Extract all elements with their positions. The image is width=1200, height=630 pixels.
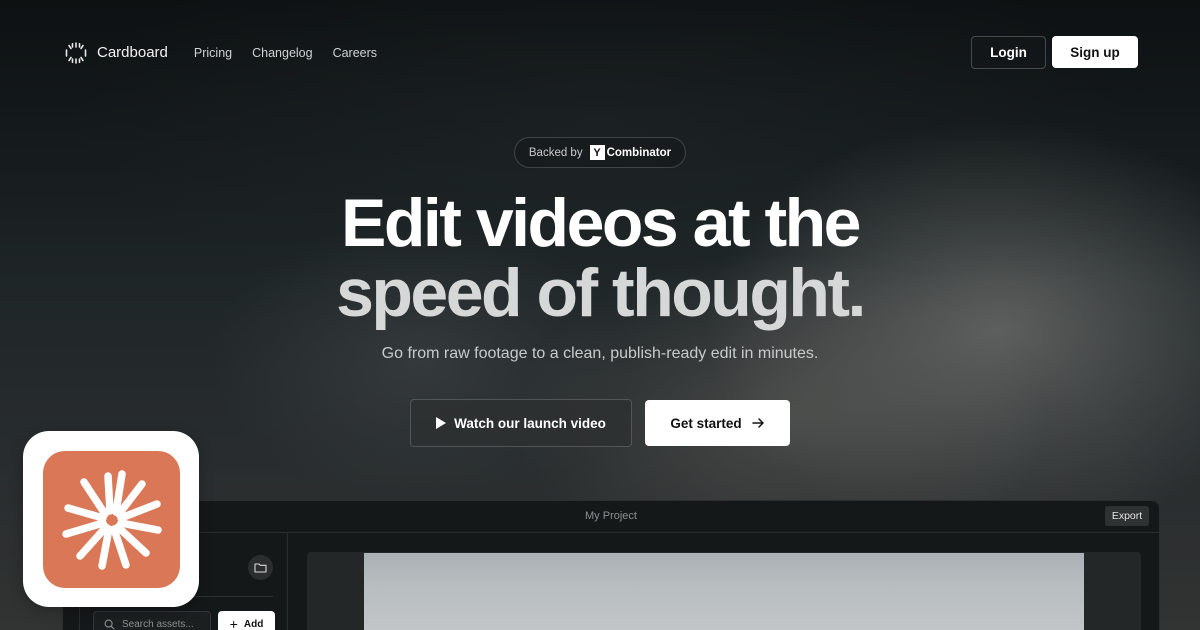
dashed-circle-icon bbox=[65, 41, 87, 64]
backed-by-badge[interactable]: Backed by Y Combinator bbox=[514, 137, 686, 168]
folder-icon bbox=[254, 563, 267, 573]
app-icon bbox=[43, 451, 180, 588]
login-button[interactable]: Login bbox=[971, 36, 1046, 69]
start-label: Get started bbox=[670, 415, 742, 431]
badge-prefix: Backed by bbox=[528, 146, 583, 159]
brand-name: Cardboard bbox=[97, 44, 168, 61]
badge-brand: Combinator bbox=[606, 146, 672, 159]
new-folder-button[interactable] bbox=[248, 555, 273, 580]
add-asset-button[interactable]: + Add bbox=[218, 611, 275, 630]
auth-buttons: Login Sign up bbox=[971, 36, 1138, 69]
hero-subtitle: Go from raw footage to a clean, publish-… bbox=[381, 345, 819, 362]
watch-launch-video-button[interactable]: Watch our launch video bbox=[410, 399, 632, 447]
watch-label: Watch our launch video bbox=[454, 415, 606, 431]
project-title: My Project bbox=[585, 510, 637, 522]
editor-titlebar: My Project Export bbox=[63, 501, 1159, 533]
export-button[interactable]: Export bbox=[1105, 506, 1149, 526]
editor-preview: My Project Export Search assets... + Add bbox=[62, 500, 1160, 630]
canvas-area bbox=[307, 552, 1141, 630]
hero-title: Edit videos at the speed of thought. bbox=[0, 188, 1200, 328]
nav-link-pricing[interactable]: Pricing bbox=[194, 46, 232, 60]
signup-button[interactable]: Sign up bbox=[1052, 36, 1138, 68]
top-nav: Cardboard Pricing Changelog Careers Logi… bbox=[64, 36, 1138, 69]
get-started-button[interactable]: Get started bbox=[645, 400, 790, 446]
nav-link-careers[interactable]: Careers bbox=[333, 46, 377, 60]
hero-title-line2: speed of thought. bbox=[336, 255, 866, 331]
app-icon-badge bbox=[23, 431, 199, 607]
plus-icon: + bbox=[229, 616, 238, 630]
add-label: Add bbox=[243, 618, 264, 630]
yc-logo-icon: Y bbox=[589, 145, 605, 160]
nav-links: Pricing Changelog Careers bbox=[194, 46, 377, 60]
editor-main bbox=[289, 533, 1159, 630]
video-preview-frame[interactable] bbox=[364, 553, 1084, 630]
search-icon bbox=[104, 619, 115, 630]
cta-group: Watch our launch video Get started bbox=[410, 399, 790, 447]
hero-title-line1: Edit videos at the bbox=[341, 185, 862, 261]
nav-link-changelog[interactable]: Changelog bbox=[252, 46, 312, 60]
search-placeholder: Search assets... bbox=[122, 618, 194, 630]
search-assets-input[interactable]: Search assets... bbox=[93, 611, 211, 630]
brand-logo[interactable]: Cardboard bbox=[64, 41, 168, 65]
play-icon bbox=[436, 417, 447, 429]
burst-icon bbox=[61, 469, 162, 570]
arrow-right-icon bbox=[751, 418, 764, 428]
